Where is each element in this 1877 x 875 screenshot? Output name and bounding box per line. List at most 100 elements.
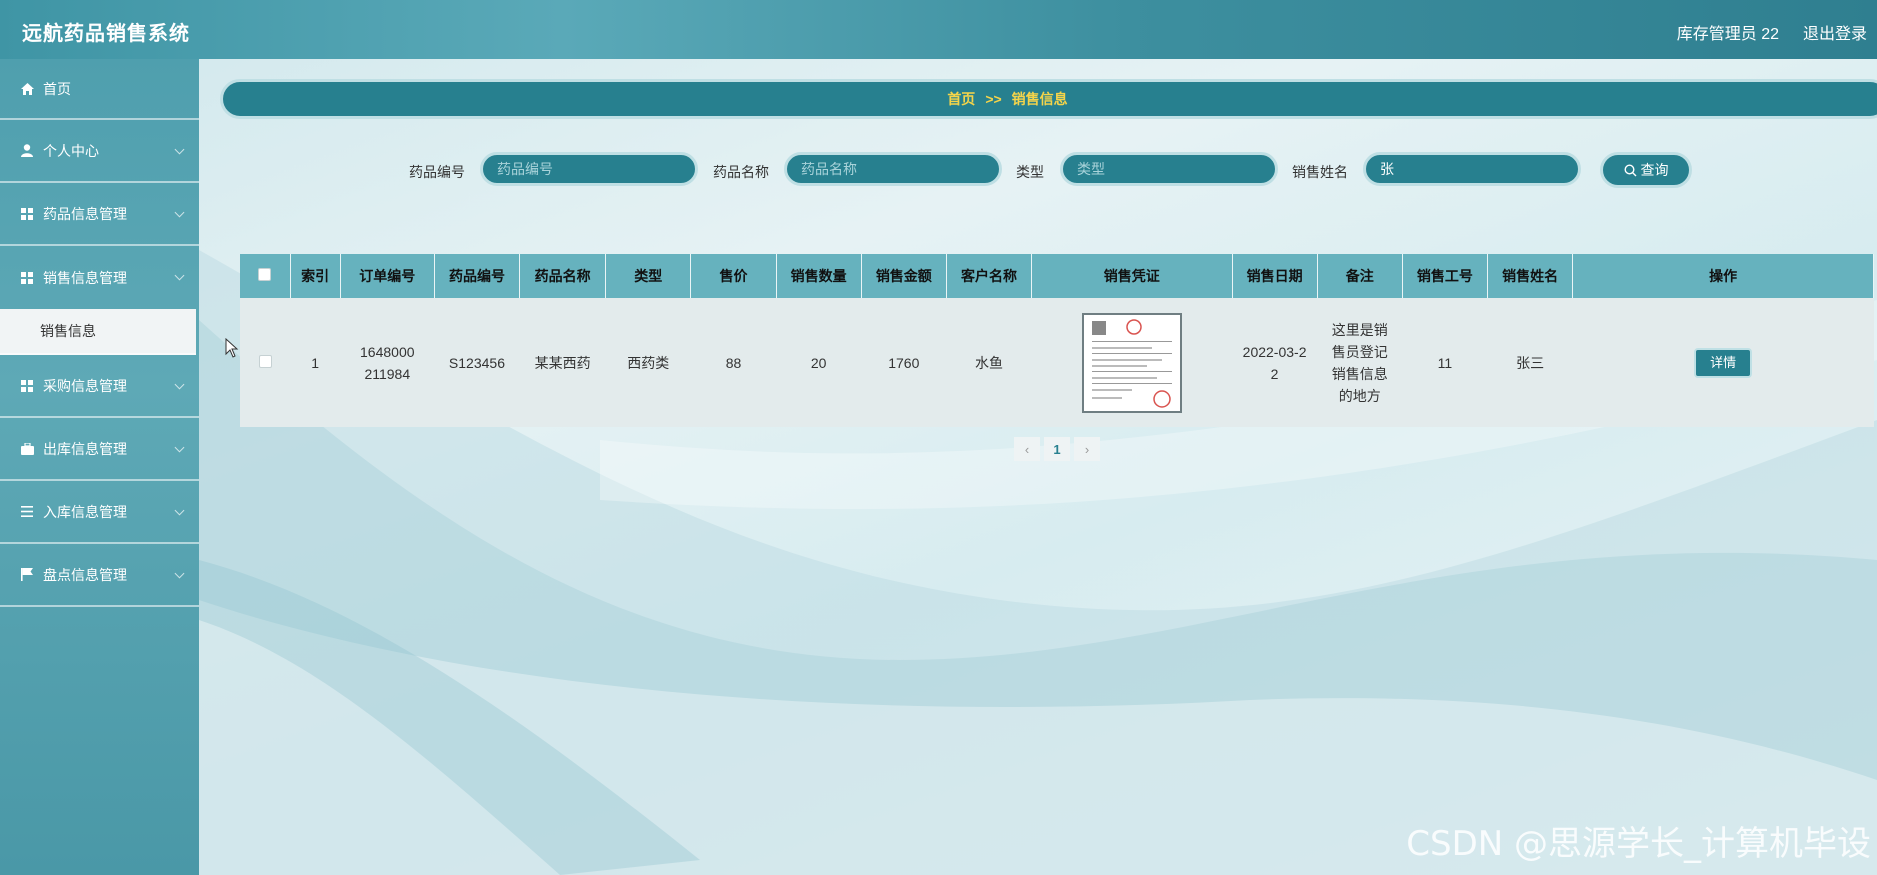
table-header-row: 索引 订单编号 药品编号 药品名称 类型 售价 销售数量 销售金额 客户名称 销…: [240, 254, 1874, 298]
table-row: 1 1648000211984 S123456 某某西药 西药类 88 20 1…: [240, 298, 1874, 427]
cell-date: 2022-03-22: [1232, 298, 1317, 427]
sales-table: 索引 订单编号 药品编号 药品名称 类型 售价 销售数量 销售金额 客户名称 销…: [240, 254, 1874, 427]
sidebar-item-label: 首页: [43, 80, 71, 97]
column-header: 销售工号: [1402, 254, 1489, 298]
chevron-down-icon: [174, 144, 185, 155]
column-header: 销售数量: [776, 254, 862, 298]
grid-icon: [20, 271, 34, 285]
breadcrumb: 首页 >> 销售信息: [220, 79, 1877, 119]
drug-name-input[interactable]: [784, 152, 1002, 186]
column-header: 操作: [1572, 254, 1874, 298]
column-header: 药品名称: [519, 254, 607, 298]
search-icon: [1623, 163, 1636, 176]
order-no-text: 1648000211984: [360, 343, 415, 382]
sidebar-subitem-sales-info[interactable]: 销售信息: [0, 309, 196, 355]
chevron-down-icon: [174, 505, 185, 516]
column-header: 备注: [1317, 254, 1403, 298]
select-all-cell[interactable]: [240, 254, 291, 298]
sidebar-item-inbound[interactable]: 入库信息管理: [0, 481, 199, 544]
column-header: 药品编号: [434, 254, 521, 298]
column-header: 销售金额: [861, 254, 947, 298]
flag-icon: [20, 568, 34, 582]
cell-drug-no: S123456: [448, 354, 505, 371]
breadcrumb-home[interactable]: 首页: [947, 89, 975, 109]
search-label-drug-no: 药品编号: [409, 164, 465, 180]
sidebar-item-home[interactable]: 首页: [0, 59, 199, 120]
breadcrumb-current: 销售信息: [1011, 91, 1068, 107]
drug-no-input[interactable]: [480, 152, 698, 186]
mouse-cursor-icon: [225, 338, 239, 358]
search-label-drug-name: 药品名称: [713, 164, 769, 180]
briefcase-icon: [20, 442, 34, 456]
sidebar-item-label: 药品信息管理: [43, 205, 127, 222]
cell-emp-no: 11: [1437, 354, 1453, 371]
column-header: 索引: [290, 254, 341, 298]
search-bar: 药品编号 药品名称 类型 销售姓名 查询: [0, 150, 1877, 190]
sidebar-item-label: 出库信息管理: [43, 440, 127, 457]
column-header: 客户名称: [946, 254, 1033, 298]
column-header: 售价: [690, 254, 777, 298]
select-all-checkbox[interactable]: [258, 268, 272, 281]
list-icon: [20, 505, 34, 519]
page-number[interactable]: 1: [1044, 437, 1070, 461]
seller-name-input[interactable]: [1363, 152, 1581, 186]
pagination: ‹ 1 ›: [1014, 437, 1100, 461]
sidebar-item-inventory[interactable]: 盘点信息管理: [0, 544, 199, 607]
cell-amount: 1760: [888, 354, 920, 371]
type-input[interactable]: [1060, 152, 1278, 186]
column-header: 销售日期: [1232, 254, 1318, 298]
sidebar-item-profile[interactable]: 个人中心: [0, 120, 199, 183]
invoice-thumbnail: [1091, 318, 1172, 408]
search-label-seller-name: 销售姓名: [1292, 164, 1348, 180]
sidebar-item-label: 入库信息管理: [43, 503, 127, 520]
sidebar-item-drug-info[interactable]: 药品信息管理: [0, 183, 199, 246]
note-text: 这里是销售员登记销售信息的地方: [1331, 321, 1388, 404]
user-icon: [20, 144, 34, 158]
sidebar-item-outbound[interactable]: 出库信息管理: [0, 418, 199, 481]
current-user: 库存管理员 22: [1676, 26, 1779, 43]
search-label-type: 类型: [1016, 164, 1044, 180]
grid-icon: [20, 207, 34, 221]
row-checkbox[interactable]: [258, 354, 272, 368]
chevron-down-icon: [174, 270, 185, 281]
sidebar: 首页 个人中心 药品信息管理 销售信息管理 销售信息 采购信息管理 出库信息管理: [0, 59, 199, 875]
logout-link[interactable]: 退出登录: [1803, 20, 1867, 44]
search-button[interactable]: 查询: [1600, 152, 1692, 188]
detail-button[interactable]: 详情: [1694, 347, 1753, 378]
sidebar-item-purchase[interactable]: 采购信息管理: [0, 355, 199, 418]
watermark: CSDN @思源学长_计算机毕设: [1406, 824, 1871, 864]
column-header: 销售姓名: [1487, 254, 1574, 298]
voucher-image[interactable]: [1081, 312, 1182, 413]
prev-page-button[interactable]: ‹: [1014, 437, 1040, 461]
breadcrumb-separator: >>: [985, 91, 1002, 107]
cell-emp-name: 张三: [1516, 354, 1545, 371]
cell-actions: 详情: [1573, 298, 1874, 427]
chevron-down-icon: [174, 379, 185, 390]
cell-note: 这里是销售员登记销售信息的地方: [1317, 298, 1402, 427]
sidebar-item-label: 个人中心: [43, 142, 99, 159]
sidebar-item-label: 采购信息管理: [43, 377, 127, 394]
next-page-button[interactable]: ›: [1074, 437, 1100, 461]
cell-qty: 20: [810, 354, 827, 371]
chevron-down-icon: [174, 442, 185, 453]
cell-index: 1: [311, 354, 320, 371]
search-button-label: 查询: [1640, 162, 1669, 178]
sidebar-item-label: 盘点信息管理: [43, 566, 127, 583]
sidebar-item-label: 销售信息管理: [43, 269, 127, 286]
grid-icon: [20, 379, 34, 393]
cell-price: 88: [725, 354, 742, 371]
cell-order-no: 1648000211984: [340, 298, 434, 427]
cell-type: 西药类: [627, 354, 670, 371]
column-header: 订单编号: [340, 254, 435, 298]
sidebar-item-sales[interactable]: 销售信息管理: [0, 246, 199, 309]
column-header: 类型: [605, 254, 692, 298]
home-icon: [20, 82, 34, 96]
chevron-down-icon: [174, 207, 185, 218]
cell-customer: 水鱼: [974, 354, 1003, 371]
cell-voucher: [1032, 298, 1232, 427]
top-header: 远航药品销售系统 库存管理员 22 退出登录: [0, 0, 1877, 59]
app-title: 远航药品销售系统: [22, 23, 190, 45]
chevron-down-icon: [174, 568, 185, 579]
row-select-cell[interactable]: [240, 298, 290, 427]
date-text: 2022-03-22: [1242, 343, 1307, 382]
